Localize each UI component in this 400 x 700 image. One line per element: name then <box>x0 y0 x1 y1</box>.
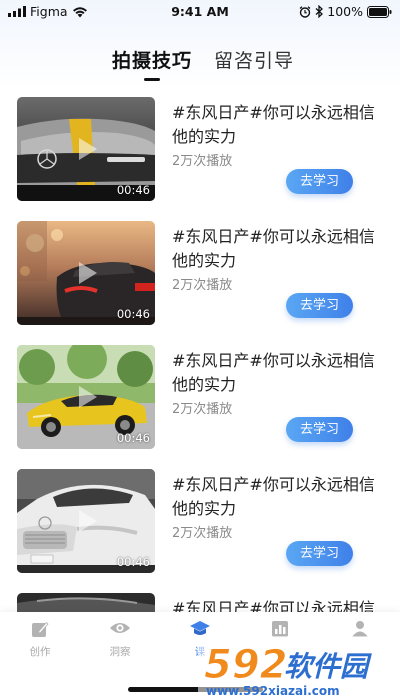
play-icon <box>79 138 97 160</box>
active-tab-indicator <box>144 78 160 81</box>
eye-icon <box>90 620 150 640</box>
learn-button[interactable]: 去学习 <box>286 293 353 318</box>
tab-lead-guide[interactable]: 留咨引导 <box>214 46 294 73</box>
play-count: 2万次播放 <box>172 154 233 169</box>
video-list: 00:46 #东风日产#你可以永远相信他的实力 2万次播放 去学习 00:46 … <box>0 97 400 700</box>
tab-shooting-tips[interactable]: 拍摄技巧 <box>112 46 193 81</box>
play-count: 2万次播放 <box>172 402 233 417</box>
alarm-icon <box>299 5 311 18</box>
play-icon <box>79 262 97 284</box>
category-tabs: 拍摄技巧 留咨引导 <box>112 46 294 81</box>
edit-icon <box>10 620 70 640</box>
video-duration: 00:46 <box>116 555 150 569</box>
status-bar: Figma 9:41 AM 100% <box>0 0 400 24</box>
play-icon <box>79 510 97 532</box>
video-duration: 00:46 <box>116 307 150 321</box>
watermark-logo: 592 软件园 www.592xiazai.com <box>198 636 400 700</box>
play-count: 2万次播放 <box>172 278 233 293</box>
video-title: #东风日产#你可以永远相信他的实力 <box>172 227 375 270</box>
play-count: 2万次播放 <box>172 526 233 541</box>
video-thumbnail[interactable]: 00:46 <box>17 221 155 325</box>
battery-percent: 100% <box>327 4 363 19</box>
video-card[interactable]: 00:46 #东风日产#你可以永远相信他的实力 2万次播放 去学习 <box>0 97 400 221</box>
video-card[interactable]: 00:46 #东风日产#你可以永远相信他的实力 2万次播放 去学习 <box>0 345 400 469</box>
play-icon <box>79 386 97 408</box>
learn-button[interactable]: 去学习 <box>286 541 353 566</box>
tab-label: 拍摄技巧 <box>112 50 193 72</box>
video-title: #东风日产#你可以永远相信他的实力 <box>172 475 375 518</box>
nav-label: 洞察 <box>109 646 131 658</box>
video-duration: 00:46 <box>116 183 150 197</box>
status-right: 100% <box>299 4 392 19</box>
svg-text:软件园: 软件园 <box>284 650 372 683</box>
svg-text:www.592xiazai.com: www.592xiazai.com <box>206 684 340 698</box>
video-title: #东风日产#你可以永远相信他的实力 <box>172 351 375 394</box>
app-screen: Figma 9:41 AM 100% 拍摄技巧 留咨引导 00:46 #东风日产… <box>0 0 400 700</box>
video-thumbnail[interactable]: 00:46 <box>17 345 155 449</box>
nav-label: 创作 <box>29 646 51 658</box>
battery-icon <box>367 5 392 18</box>
nav-item-insight[interactable]: 洞察 <box>90 620 150 659</box>
nav-item-create[interactable]: 创作 <box>10 620 70 659</box>
tab-label: 留咨引导 <box>214 50 295 72</box>
learn-button[interactable]: 去学习 <box>286 417 353 442</box>
video-thumbnail[interactable]: 00:46 <box>17 469 155 573</box>
bluetooth-icon <box>315 5 324 18</box>
video-card[interactable]: 00:46 #东风日产#你可以永远相信他的实力 2万次播放 去学习 <box>0 469 400 593</box>
svg-text:592: 592 <box>204 642 288 688</box>
video-duration: 00:46 <box>116 431 150 445</box>
video-title: #东风日产#你可以永远相信他的实力 <box>172 103 375 146</box>
video-card[interactable]: 00:46 #东风日产#你可以永远相信他的实力 2万次播放 去学习 <box>0 221 400 345</box>
learn-button[interactable]: 去学习 <box>286 169 353 194</box>
video-thumbnail[interactable]: 00:46 <box>17 97 155 201</box>
